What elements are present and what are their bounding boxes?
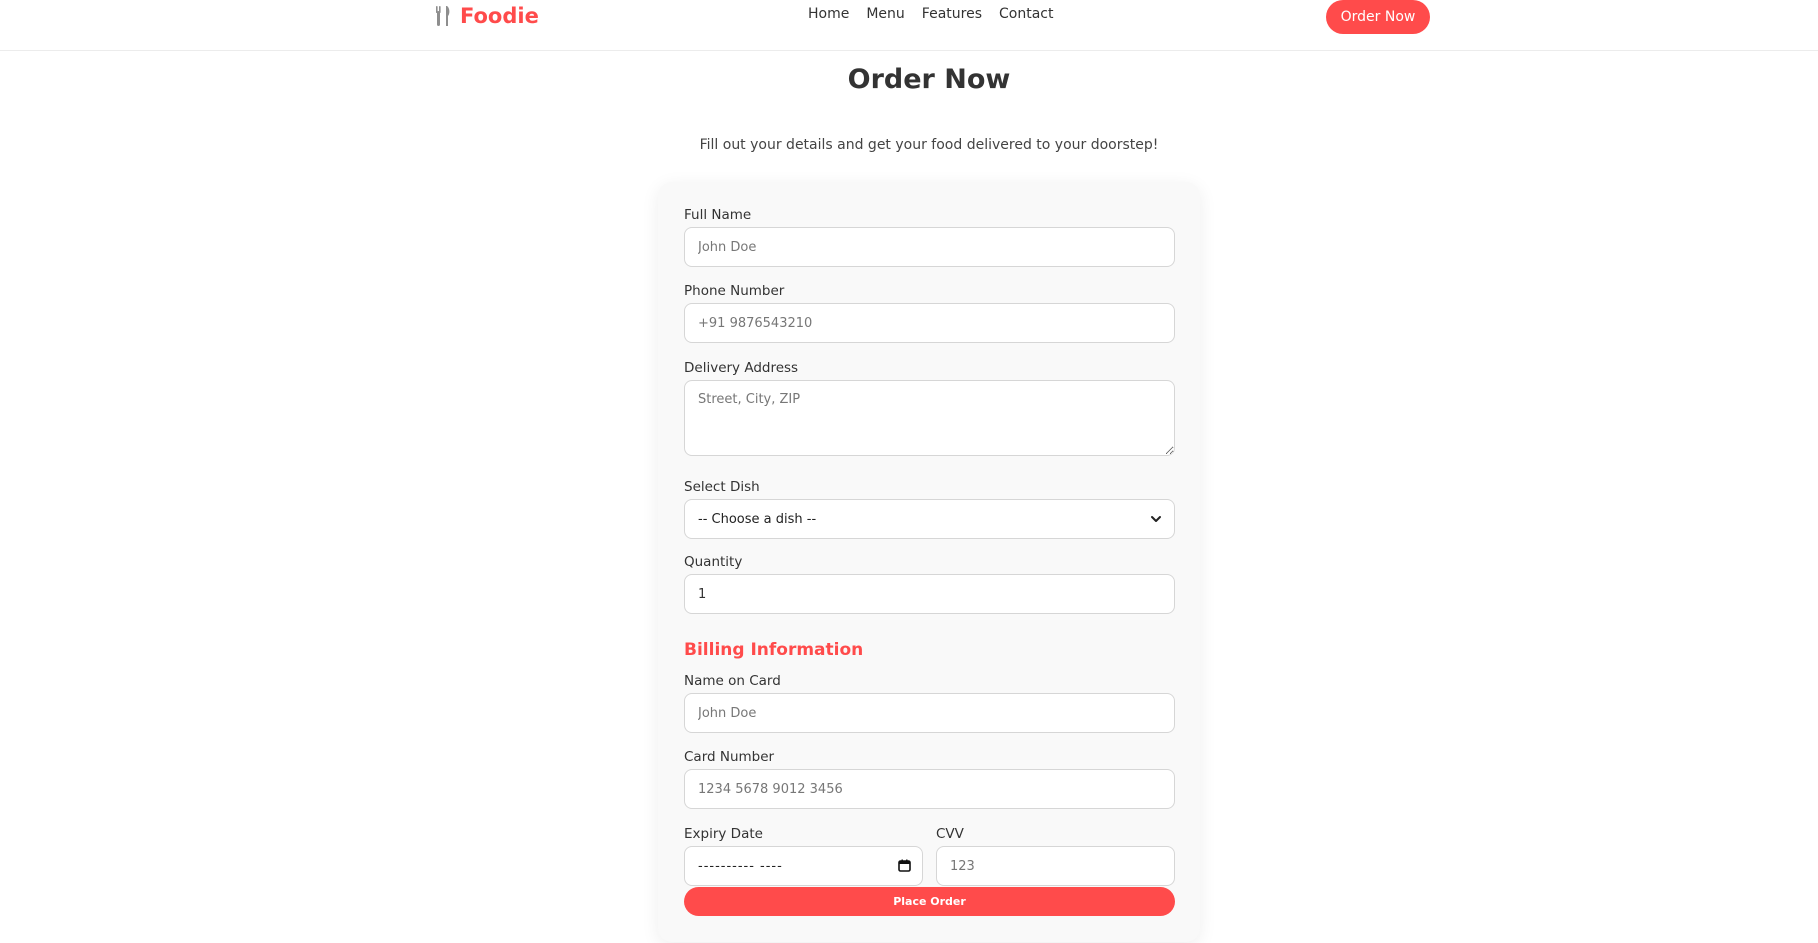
fork-knife-icon: [436, 6, 450, 26]
main-nav: Home Menu Features Contact: [808, 6, 1053, 22]
cvv-input[interactable]: [936, 846, 1175, 886]
card-name-input[interactable]: [684, 693, 1175, 733]
nav-link-contact[interactable]: Contact: [999, 6, 1053, 22]
order-now-button[interactable]: Order Now: [1326, 0, 1430, 34]
navbar: Foodie Home Menu Features Contact Order …: [0, 0, 1818, 51]
quantity-label: Quantity: [684, 554, 743, 570]
nav-link-features[interactable]: Features: [922, 6, 982, 22]
address-textarea[interactable]: [684, 380, 1175, 456]
cvv-label: CVV: [936, 826, 964, 842]
card-number-input[interactable]: [684, 769, 1175, 809]
dish-label: Select Dish: [684, 479, 760, 495]
address-label: Delivery Address: [684, 360, 799, 376]
page-title: Order Now: [847, 64, 1011, 95]
billing-heading: Billing Information: [684, 640, 864, 660]
nav-link-home[interactable]: Home: [808, 6, 849, 22]
expiry-label: Expiry Date: [684, 826, 763, 842]
full-name-input[interactable]: [684, 227, 1175, 267]
quantity-input[interactable]: [684, 574, 1175, 614]
card-name-label: Name on Card: [684, 673, 781, 689]
nav-link-menu[interactable]: Menu: [866, 6, 904, 22]
brand-name: Foodie: [460, 4, 539, 28]
dish-select-wrapper: -- Choose a dish --: [684, 499, 1175, 539]
place-order-button[interactable]: Place Order: [684, 887, 1175, 916]
phone-label: Phone Number: [684, 283, 785, 299]
calendar-icon[interactable]: [898, 859, 911, 872]
dish-select[interactable]: -- Choose a dish --: [684, 499, 1175, 539]
expiry-date-value: ---------- ----: [684, 846, 923, 886]
page-subtitle: Fill out your details and get your food …: [699, 137, 1159, 153]
expiry-date-field[interactable]: ---------- ----: [684, 846, 923, 886]
full-name-label: Full Name: [684, 207, 752, 223]
brand-logo[interactable]: Foodie: [434, 4, 539, 28]
card-number-label: Card Number: [684, 749, 775, 765]
phone-input[interactable]: [684, 303, 1175, 343]
